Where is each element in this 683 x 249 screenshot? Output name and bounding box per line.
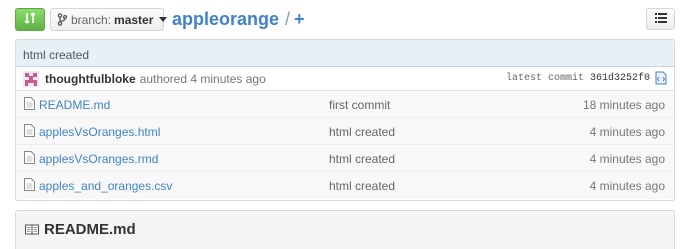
latest-commit: latest commit 361d3252f0 bbox=[506, 73, 650, 84]
commit-author[interactable]: thoughtfulbloke bbox=[45, 72, 136, 86]
branch-name: master bbox=[114, 12, 154, 27]
file-commit-message[interactable]: html created bbox=[329, 125, 395, 139]
readme-panel: README.md bbox=[15, 210, 675, 249]
branch-icon bbox=[57, 13, 67, 26]
file-name-link[interactable]: applesVsOranges.html bbox=[39, 125, 160, 139]
commit-time: authored 4 minutes ago bbox=[139, 71, 266, 86]
list-icon bbox=[654, 12, 667, 26]
file-age: 4 minutes ago bbox=[589, 179, 665, 193]
file-name-link[interactable]: README.md bbox=[39, 98, 110, 112]
book-icon bbox=[25, 224, 39, 235]
file-icon bbox=[24, 97, 35, 110]
branch-selector[interactable]: branch: master bbox=[50, 8, 168, 31]
chevron-down-icon bbox=[159, 17, 168, 22]
compare-icon bbox=[23, 11, 37, 28]
file-row: README.md first commit 18 minutes ago bbox=[16, 91, 674, 118]
file-age: 18 minutes ago bbox=[582, 98, 665, 112]
avatar[interactable] bbox=[23, 70, 39, 87]
add-file-link[interactable]: + bbox=[294, 9, 305, 30]
file-commit-message[interactable]: html created bbox=[329, 152, 395, 166]
readme-header: README.md bbox=[16, 211, 674, 238]
file-name-link[interactable]: apples_and_oranges.csv bbox=[39, 179, 172, 193]
latest-commit-label: latest commit bbox=[505, 73, 584, 84]
browse-code-icon[interactable] bbox=[655, 71, 667, 85]
breadcrumb-separator: / bbox=[285, 9, 291, 29]
commit-sha[interactable]: 361d3252f0 bbox=[590, 73, 650, 84]
file-name-link[interactable]: applesVsOranges.rmd bbox=[39, 152, 158, 166]
file-row: applesVsOranges.rmd html created 4 minut… bbox=[16, 145, 674, 172]
commit-meta: thoughtfulbloke authored 4 minutes ago l… bbox=[16, 67, 674, 91]
list-view-button[interactable] bbox=[646, 8, 675, 30]
file-icon bbox=[24, 151, 35, 164]
file-browser: html created thoughtfulbloke authored 4 … bbox=[15, 39, 675, 201]
commit-title[interactable]: html created bbox=[16, 40, 674, 67]
compare-button[interactable] bbox=[15, 8, 45, 31]
file-commit-message[interactable]: html created bbox=[329, 179, 395, 193]
branch-prefix: branch: bbox=[71, 12, 112, 27]
file-row: apples_and_oranges.csv html created 4 mi… bbox=[16, 172, 674, 199]
file-icon bbox=[24, 178, 35, 191]
repo-link[interactable]: appleorange bbox=[172, 9, 279, 30]
file-icon bbox=[24, 124, 35, 137]
breadcrumb: appleorange / + bbox=[172, 9, 305, 30]
file-age: 4 minutes ago bbox=[589, 125, 665, 139]
file-commit-message[interactable]: first commit bbox=[329, 98, 390, 112]
readme-title: README.md bbox=[44, 221, 136, 238]
file-age: 4 minutes ago bbox=[589, 152, 665, 166]
file-row: applesVsOranges.html html created 4 minu… bbox=[16, 118, 674, 145]
